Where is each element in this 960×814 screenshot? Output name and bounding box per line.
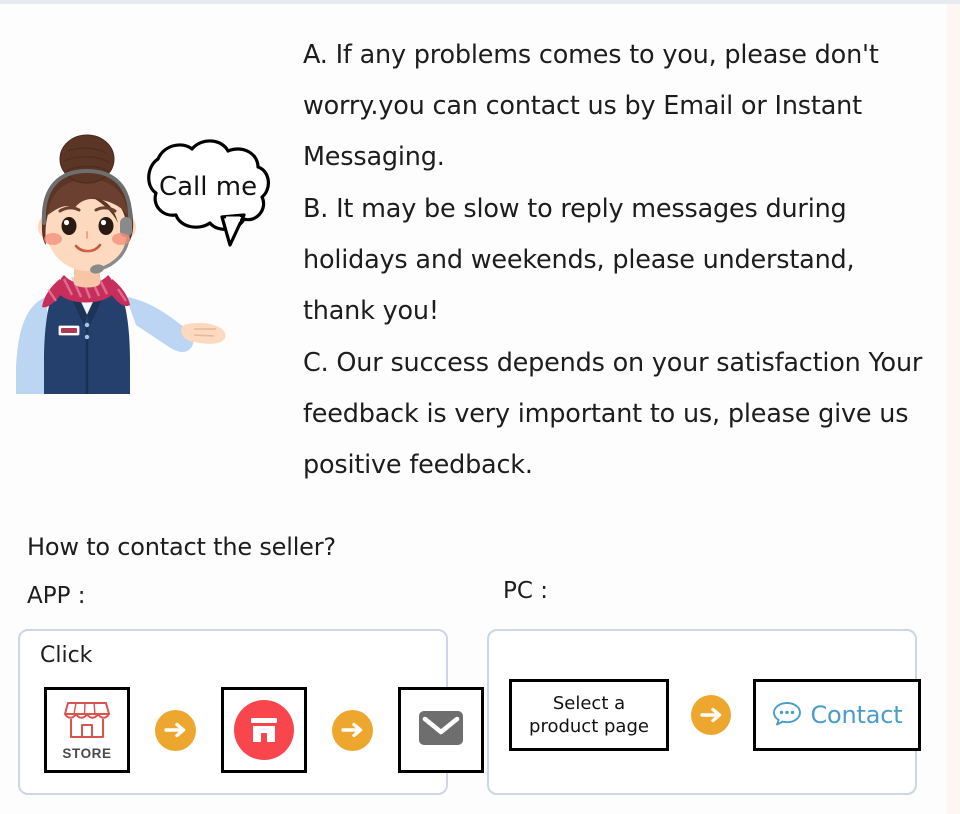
step-store-box[interactable]: STORE xyxy=(44,687,130,773)
envelope-icon xyxy=(418,710,464,751)
intro-section: Call me A. If any problems comes to you,… xyxy=(0,4,947,516)
arrow-right-icon xyxy=(332,709,373,751)
notes-list: A. If any problems comes to you, please … xyxy=(303,30,928,492)
store-caption: STORE xyxy=(62,746,112,761)
chat-bubble-icon xyxy=(772,700,802,731)
app-instructions-card: Click STORE xyxy=(18,629,484,795)
right-edge-strip xyxy=(947,4,960,814)
pc-label: PC : xyxy=(503,578,548,604)
step-contact-button-box[interactable]: Contact xyxy=(753,679,921,751)
step-select-product-box[interactable]: Select a product page xyxy=(509,679,669,751)
note-b: B. It may be slow to reply messages duri… xyxy=(303,194,855,326)
customer-service-agent-illustration: Call me xyxy=(8,129,298,414)
step-message-box[interactable] xyxy=(398,687,484,773)
step-shop-badge-box[interactable] xyxy=(221,687,307,773)
arrow-right-icon xyxy=(155,709,196,751)
speech-bubble: Call me xyxy=(147,139,270,247)
app-step-flow: STORE xyxy=(44,687,484,773)
storefront-outline-icon xyxy=(64,699,110,744)
pc-instructions-card: Select a product page Contact xyxy=(487,629,921,795)
select-line-1: Select a xyxy=(552,693,626,714)
arrow-right-icon xyxy=(691,695,731,735)
note-c: C. Our success depends on your satisfact… xyxy=(303,348,923,480)
app-label: APP : xyxy=(27,583,86,609)
select-line-2: product page xyxy=(529,716,649,737)
click-label: Click xyxy=(40,643,93,668)
speech-bubble-text: Call me xyxy=(159,172,257,202)
note-a: A. If any problems comes to you, please … xyxy=(303,40,879,172)
contact-button-label: Contact xyxy=(810,701,903,729)
pc-step-flow: Select a product page Contact xyxy=(509,679,921,751)
page-root: Call me A. If any problems comes to you,… xyxy=(0,0,960,814)
shop-badge-icon xyxy=(234,700,294,760)
contact-section-heading: How to contact the seller? xyxy=(27,533,336,561)
